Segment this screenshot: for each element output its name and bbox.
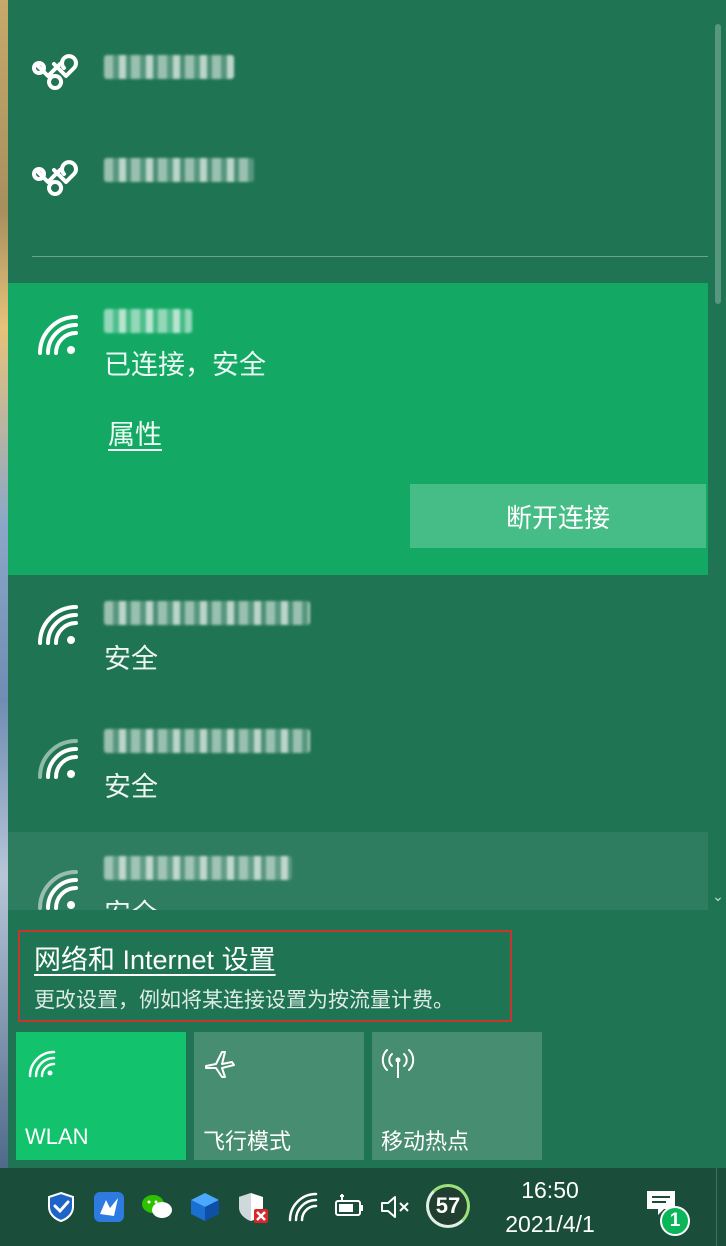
network-item[interactable]: 安全 (8, 575, 708, 703)
hotspot-icon (381, 1049, 415, 1078)
airplane-icon (205, 1051, 235, 1078)
quick-action-mobile-hotspot[interactable]: 移动热点 (372, 1032, 542, 1160)
volume-muted-icon[interactable] (378, 1190, 412, 1224)
network-settings-description: 更改设置，例如将某连接设置为按流量计费。 (34, 989, 454, 1012)
defender-shield-icon[interactable] (236, 1190, 270, 1224)
clock-time: 16:50 (521, 1177, 579, 1203)
properties-link[interactable]: 属性 (108, 413, 162, 452)
mobile-hotspot-icon (32, 160, 78, 196)
bird-app-icon[interactable] (92, 1190, 126, 1224)
scrollbar-thumb[interactable] (715, 24, 721, 304)
network-item-hotspot[interactable] (8, 120, 708, 240)
shield-security-icon[interactable] (44, 1190, 78, 1224)
network-name-blurred (104, 856, 292, 880)
network-name-blurred (104, 309, 192, 333)
quick-action-label: 移动热点 (381, 1129, 470, 1154)
wifi-signal-icon (38, 605, 78, 645)
quick-action-airplane-mode[interactable]: 飞行模式 (194, 1032, 364, 1160)
security-status: 安全 (104, 772, 158, 802)
notification-count-badge: 1 (660, 1206, 690, 1236)
network-name-blurred (104, 601, 310, 625)
mobile-hotspot-icon (32, 54, 78, 90)
battery-charging-icon[interactable] (332, 1190, 366, 1224)
disconnect-button[interactable]: 断开连接 (410, 484, 706, 548)
network-list: 已连接，安全 属性 断开连接 安全 安全 (8, 0, 708, 910)
taskbar: 57 16:50 2021/4/1 1 (0, 1168, 726, 1246)
wechat-icon[interactable] (140, 1190, 174, 1224)
network-item[interactable]: 安全 (8, 703, 708, 831)
network-name-blurred (104, 55, 234, 79)
network-name-blurred (104, 729, 310, 753)
network-settings-link-box[interactable]: 网络和 Internet 设置 更改设置，例如将某连接设置为按流量计费。 (18, 930, 512, 1022)
action-center-button[interactable]: 1 (644, 1188, 692, 1236)
wifi-signal-icon (38, 870, 78, 910)
security-status: 安全 (104, 892, 158, 910)
network-item[interactable]: 安全 (8, 832, 708, 910)
quick-action-label: 飞行模式 (203, 1129, 292, 1154)
quick-action-label: WLAN (25, 1124, 89, 1149)
list-divider (32, 256, 708, 257)
network-settings-title[interactable]: 网络和 Internet 设置 (34, 938, 276, 977)
network-name-blurred (104, 158, 254, 182)
wifi-icon (28, 1050, 56, 1078)
network-flyout: 已连接，安全 属性 断开连接 安全 安全 ⌄ 网络和 Internet 设置 更… (8, 0, 726, 1168)
security-status: 安全 (104, 644, 158, 674)
quick-action-wlan[interactable]: WLAN (16, 1032, 186, 1160)
wifi-tray-icon[interactable] (286, 1190, 320, 1224)
scroll-down-arrow-icon[interactable]: ⌄ (710, 886, 726, 906)
connection-status: 已连接，安全 (104, 350, 266, 380)
show-desktop-button[interactable] (716, 1168, 726, 1246)
network-list-scrollbar[interactable]: ⌄ (710, 0, 726, 910)
clock-date: 2021/4/1 (505, 1211, 595, 1237)
cloud-box-icon[interactable] (188, 1190, 222, 1224)
network-item-hotspot[interactable] (8, 0, 708, 120)
network-item-connected[interactable]: 已连接，安全 属性 断开连接 (8, 283, 708, 575)
desktop-background (0, 0, 8, 1168)
wifi-signal-icon (38, 739, 78, 779)
wifi-signal-icon (38, 315, 78, 355)
taskbar-clock[interactable]: 16:50 2021/4/1 (488, 1174, 612, 1242)
battery-level-badge[interactable]: 57 (426, 1184, 470, 1228)
